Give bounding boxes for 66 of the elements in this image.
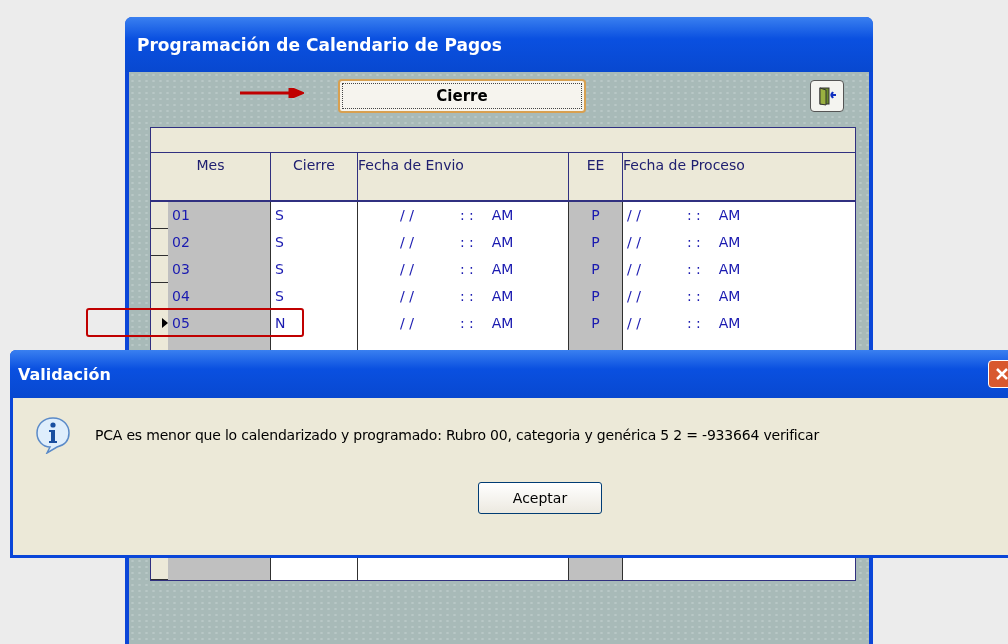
table-cell-text: : : bbox=[459, 206, 474, 225]
row-header[interactable] bbox=[151, 310, 168, 337]
table-cell-text: : : bbox=[686, 206, 701, 225]
row-header[interactable] bbox=[151, 229, 168, 256]
table-cell-text: / / bbox=[627, 260, 641, 279]
table-cell-text: : : bbox=[686, 233, 701, 252]
row-header[interactable] bbox=[151, 202, 168, 229]
table-cell-text: / / bbox=[627, 314, 641, 333]
table-cell-text: / / bbox=[627, 287, 641, 306]
dialog-message: PCA es menor que lo calendarizado y programado: Rubro 00, categoria y genérica 5 2 = -933664 verificar bbox=[95, 427, 819, 443]
table-cell: P bbox=[569, 202, 623, 229]
table-cell-text: AM bbox=[718, 233, 741, 252]
annotation-arrow bbox=[240, 88, 304, 98]
table-cell: P bbox=[569, 256, 623, 283]
table-cell-text: AM bbox=[491, 260, 514, 279]
table-cell: S bbox=[271, 229, 358, 256]
table-cell-text: : : bbox=[459, 233, 474, 252]
table-cell-text: : : bbox=[686, 287, 701, 306]
table-cell: N bbox=[271, 310, 358, 337]
column-header[interactable]: Cierre bbox=[271, 153, 358, 200]
column-header[interactable]: Fecha de Envio bbox=[358, 153, 569, 200]
column-header[interactable]: Mes bbox=[151, 153, 271, 200]
table-cell: S bbox=[271, 283, 358, 310]
row-pointer-icon bbox=[162, 318, 168, 328]
table-cell-text: / / bbox=[400, 260, 414, 279]
table-cell: P bbox=[569, 229, 623, 256]
table-cell-text: AM bbox=[491, 206, 514, 225]
table-cell-text: : : bbox=[686, 260, 701, 279]
table-cell-text: / / bbox=[627, 233, 641, 252]
window-title: Programación de Calendario de Pagos bbox=[137, 34, 502, 55]
table-cell-text: AM bbox=[491, 233, 514, 252]
row-header[interactable] bbox=[151, 256, 168, 283]
table-cell: 01 bbox=[168, 202, 271, 229]
table-cell: 05 bbox=[168, 310, 271, 337]
exit-button[interactable] bbox=[810, 80, 844, 112]
table-cell: P bbox=[569, 283, 623, 310]
table-cell: 04 bbox=[168, 283, 271, 310]
table-cell-text: AM bbox=[718, 260, 741, 279]
table-cell-text: AM bbox=[718, 287, 741, 306]
table-cell-text: / / bbox=[627, 206, 641, 225]
table-cell-text: : : bbox=[459, 287, 474, 306]
table-cell-text: AM bbox=[718, 206, 741, 225]
close-icon bbox=[995, 367, 1008, 381]
table-cell-text: / / bbox=[400, 206, 414, 225]
table-cell: 02 bbox=[168, 229, 271, 256]
column-header[interactable]: Fecha de Proceso bbox=[623, 153, 855, 200]
table-cell: P bbox=[569, 310, 623, 337]
table-cell-text: AM bbox=[718, 314, 741, 333]
dialog-title: Validación bbox=[18, 364, 111, 384]
table-cell-text: / / bbox=[400, 287, 414, 306]
table-cell: S bbox=[271, 202, 358, 229]
door-exit-icon bbox=[817, 86, 837, 106]
table-cell-text: AM bbox=[491, 314, 514, 333]
table-cell-text: / / bbox=[400, 233, 414, 252]
table-cell-text: / / bbox=[400, 314, 414, 333]
table-cell: S bbox=[271, 256, 358, 283]
table-cell-text: : : bbox=[686, 314, 701, 333]
column-header[interactable]: EE bbox=[569, 153, 623, 200]
close-button[interactable] bbox=[988, 360, 1008, 388]
info-icon bbox=[35, 416, 71, 454]
table-cell-text: : : bbox=[459, 260, 474, 279]
aceptar-button[interactable]: Aceptar bbox=[478, 482, 602, 514]
table-cell-text: AM bbox=[491, 287, 514, 306]
table-cell-text: : : bbox=[459, 314, 474, 333]
table-cell: 03 bbox=[168, 256, 271, 283]
cierre-button[interactable]: Cierre bbox=[338, 79, 586, 113]
